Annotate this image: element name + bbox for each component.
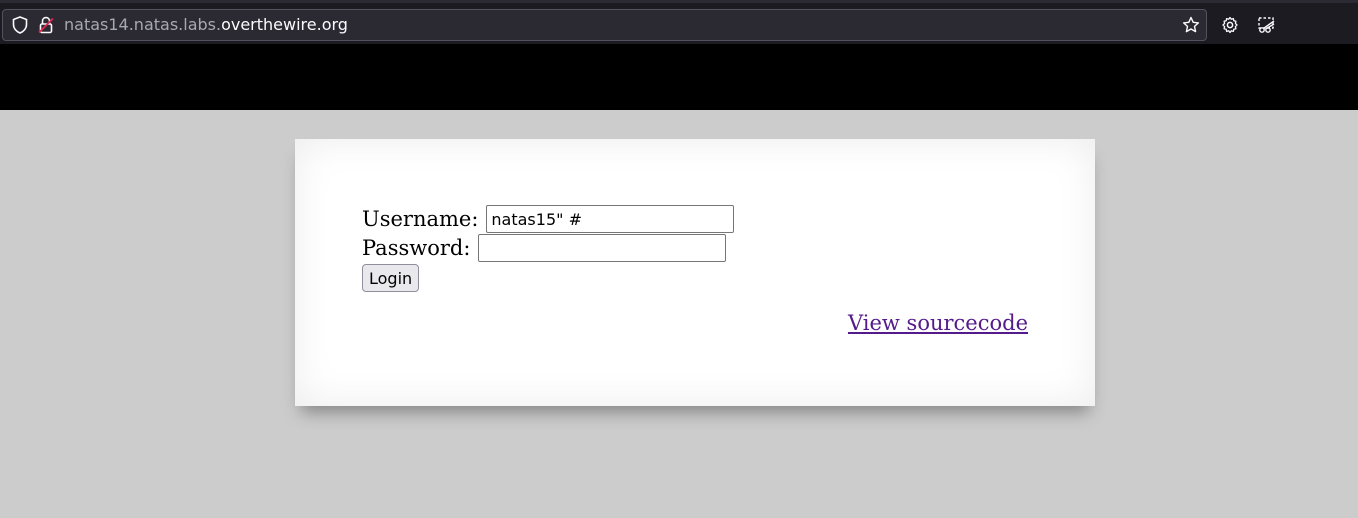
screenshot-scissors-icon[interactable] — [1257, 16, 1277, 34]
login-button[interactable]: Login — [362, 264, 420, 292]
url-text[interactable]: natas14.natas.labs.overthewire.org — [64, 10, 348, 40]
password-input[interactable] — [478, 234, 727, 262]
username-row: Username: — [362, 205, 735, 233]
username-input[interactable] — [486, 205, 735, 233]
view-sourcecode-link[interactable]: View sourcecode — [848, 311, 1028, 335]
password-label: Password: — [362, 236, 471, 260]
content-panel: Username: Password: Login View sourcecod… — [295, 139, 1095, 406]
address-bar[interactable]: natas14.natas.labs.overthewire.org — [2, 9, 1207, 41]
settings-gear-icon[interactable] — [1221, 16, 1239, 34]
lock-insecure-icon[interactable] — [37, 16, 55, 34]
bookmark-star-icon[interactable] — [1182, 16, 1200, 34]
username-label: Username: — [362, 207, 479, 231]
header-band — [0, 44, 1358, 110]
shield-icon[interactable] — [11, 16, 29, 34]
browser-toolbar: natas14.natas.labs.overthewire.org — [0, 0, 1358, 44]
password-row: Password: — [362, 234, 727, 262]
